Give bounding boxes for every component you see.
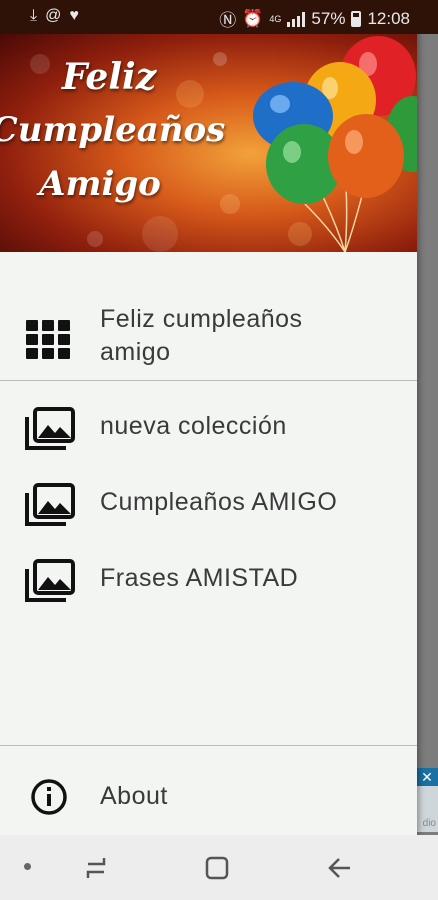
- menu-item-label: Feliz cumpleaños amigo: [100, 305, 303, 366]
- alarm-icon: ⏰: [242, 8, 264, 28]
- menu-item-label: About: [100, 782, 168, 810]
- menu-divider: [0, 380, 417, 381]
- system-navigation-bar: [0, 835, 438, 900]
- ad-text-fragment: dio: [422, 818, 436, 829]
- nfc-icon: Ⓝ: [219, 11, 237, 30]
- photo-library-icon: [24, 407, 76, 456]
- menu-item-label: nueva colección: [100, 412, 287, 440]
- network-type-label: 4G: [269, 13, 282, 24]
- header-title-line3: Amigo: [39, 164, 161, 204]
- ad-close-icon[interactable]: ✕: [416, 768, 438, 786]
- header-title-line1: Feliz: [61, 56, 157, 98]
- menu-item-feliz-cumpleanos-amigo[interactable]: Feliz cumpleaños amigo: [0, 298, 417, 378]
- battery-icon: [351, 10, 362, 27]
- battery-percent: 57%: [311, 8, 346, 28]
- photo-library-icon: [24, 559, 76, 608]
- drawer-header: Feliz Cumpleaños Amigo: [0, 34, 417, 252]
- header-title-line2: Cumpleaños: [0, 110, 226, 150]
- menu-item-label: Frases AMISTAD: [100, 564, 299, 592]
- clock-time: 12:08: [367, 8, 410, 28]
- menu-item-about[interactable]: About: [0, 768, 417, 824]
- info-icon: [30, 778, 68, 821]
- download-icon: ⤓: [30, 7, 38, 24]
- signal-icon: [287, 11, 306, 27]
- at-icon: @: [45, 7, 62, 24]
- status-bar: ⤓ @ ♥ Ⓝ ⏰ 4G 57% 12:08: [0, 0, 438, 34]
- back-icon[interactable]: [326, 855, 354, 886]
- recent-apps-icon[interactable]: [82, 855, 110, 886]
- photo-library-icon: [24, 483, 76, 532]
- nav-dot-indicator: [24, 863, 31, 870]
- grid-icon: [24, 318, 72, 365]
- footer-divider: [0, 745, 417, 746]
- menu-item-nueva-coleccion[interactable]: nueva colección: [0, 400, 417, 456]
- menu-item-label: Cumpleaños AMIGO: [100, 488, 338, 516]
- menu-item-cumpleanos-amigo[interactable]: Cumpleaños AMIGO: [0, 476, 417, 532]
- heart-icon: ♥: [69, 7, 79, 24]
- menu-item-frases-amistad[interactable]: Frases AMISTAD: [0, 552, 417, 608]
- navigation-drawer: Feliz Cumpleaños Amigo Feliz cumpleaños …: [0, 0, 417, 835]
- home-icon[interactable]: [204, 855, 230, 886]
